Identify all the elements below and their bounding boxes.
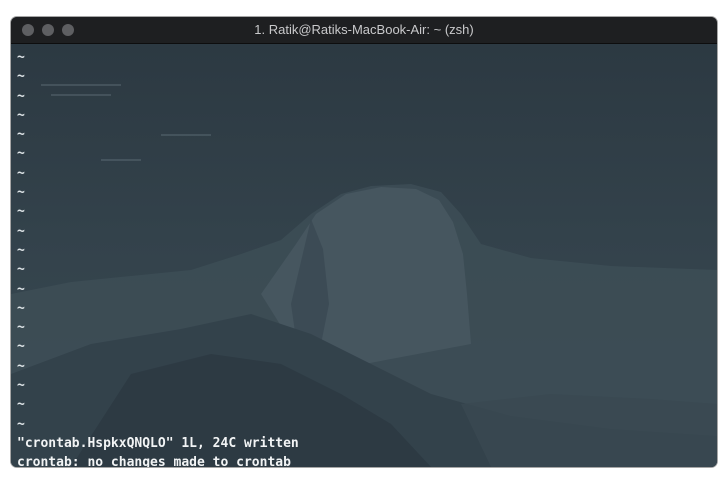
terminal-output: ~ ~ ~ ~ ~ ~ ~ ~ ~ ~ ~ ~ ~ ~ ~ ~ ~ ~ ~ ~ … (17, 48, 711, 467)
empty-line-marker: ~ (17, 146, 25, 162)
empty-line-marker: ~ (17, 185, 25, 201)
empty-line-marker: ~ (17, 204, 25, 220)
empty-line-marker: ~ (17, 50, 25, 65)
empty-line-marker: ~ (17, 69, 25, 85)
empty-line-marker: ~ (17, 339, 25, 355)
empty-line-marker: ~ (17, 416, 25, 432)
status-message-written: "crontab.HspkxQNQLO" 1L, 24C written (17, 435, 299, 451)
terminal-window: 1. Ratik@Ratiks-MacBook-Air: ~ (zsh) ~ ~ (11, 17, 717, 467)
empty-line-marker: ~ (17, 358, 25, 374)
empty-line-marker: ~ (17, 107, 25, 123)
empty-line-marker: ~ (17, 262, 25, 278)
empty-line-marker: ~ (17, 88, 25, 104)
title-bar[interactable]: 1. Ratik@Ratiks-MacBook-Air: ~ (zsh) (11, 17, 717, 44)
empty-line-marker: ~ (17, 300, 25, 316)
empty-line-marker: ~ (17, 165, 25, 181)
empty-line-marker: ~ (17, 242, 25, 258)
terminal-pane[interactable]: ~ ~ ~ ~ ~ ~ ~ ~ ~ ~ ~ ~ ~ ~ ~ ~ ~ ~ ~ ~ … (11, 44, 717, 467)
empty-line-marker: ~ (17, 397, 25, 413)
empty-line-marker: ~ (17, 127, 25, 143)
window-title: 1. Ratik@Ratiks-MacBook-Air: ~ (zsh) (254, 22, 474, 37)
empty-line-marker: ~ (17, 281, 25, 297)
status-message-no-changes: crontab: no changes made to crontab (17, 455, 291, 467)
empty-line-marker: ~ (17, 320, 25, 336)
empty-line-marker: ~ (17, 223, 25, 239)
empty-line-marker: ~ (17, 378, 25, 394)
